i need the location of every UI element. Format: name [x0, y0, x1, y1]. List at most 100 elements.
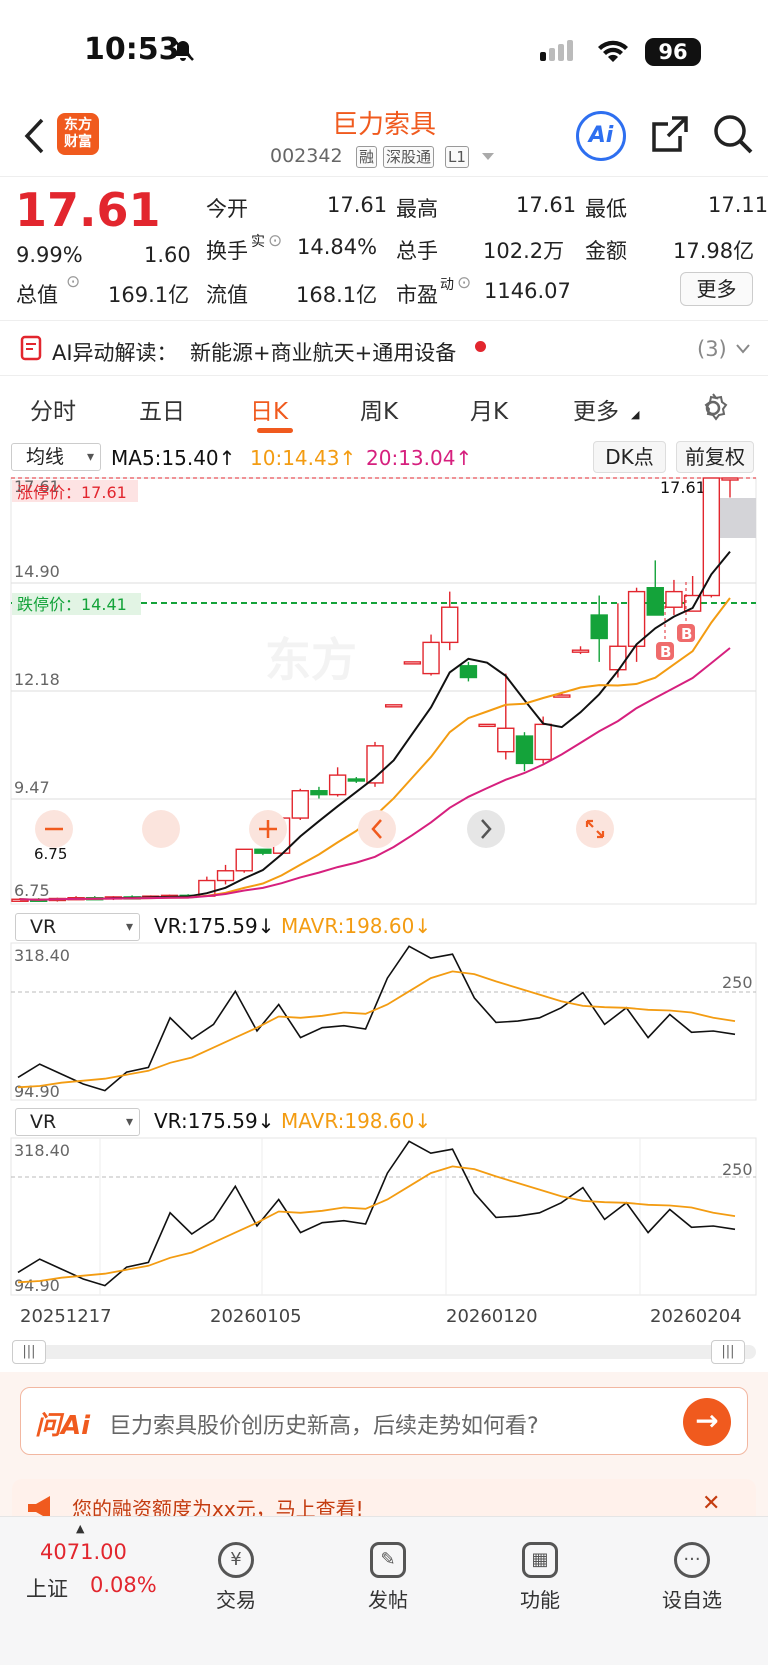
turnover-value: 14.84% — [297, 235, 378, 259]
vr-legend: VR:175.59↓ — [154, 1109, 275, 1133]
dk-point-button[interactable]: DK点 — [593, 441, 666, 473]
share-icon[interactable] — [650, 114, 690, 154]
range-scrollbar[interactable] — [12, 1345, 756, 1359]
level-tag: L1 — [445, 146, 469, 168]
kline-chart[interactable]: 17.61 涨停价：17.61 14.90 跌停价：14.41 12.18 9.… — [0, 476, 768, 906]
index-value[interactable]: 4071.00 — [40, 1540, 127, 1564]
info-icon[interactable]: ⊙ — [268, 231, 282, 251]
range-handle-left[interactable]: ||| — [12, 1340, 46, 1364]
add-watchlist-button[interactable]: ··· 设自选 — [647, 1542, 737, 1613]
arrow-right-icon[interactable]: → — [683, 1398, 731, 1446]
adjust-button[interactable]: 前复权 — [676, 441, 754, 473]
ma20-legend: 20:13.04↑ — [366, 446, 473, 470]
scroll-right-button[interactable] — [467, 810, 505, 848]
info-icon[interactable]: ⊙ — [66, 272, 80, 292]
candle[interactable] — [590, 614, 608, 640]
candle[interactable] — [515, 735, 534, 765]
settings-icon[interactable] — [697, 392, 729, 424]
clock: 10:53 — [84, 32, 180, 67]
ask-ai-prompt: 巨力索具股价创历史新高，后续走势如何看? — [109, 1414, 539, 1439]
scroll-left-button[interactable] — [358, 810, 396, 848]
caret-up-icon: ▲ — [76, 1522, 85, 1535]
candle[interactable] — [422, 641, 440, 675]
range-handle-right[interactable]: ||| — [711, 1340, 745, 1364]
battery-icon: 96 — [645, 38, 701, 66]
candle[interactable] — [627, 590, 646, 647]
y-label: 14.90 — [14, 562, 60, 581]
yen-icon: ¥ — [218, 1542, 254, 1578]
date-label: 20251217 — [20, 1306, 112, 1327]
candle[interactable] — [403, 661, 422, 665]
amount-label: 金额 — [585, 239, 627, 263]
trade-button[interactable]: ¥ 交易 — [191, 1542, 281, 1613]
close-icon[interactable]: ✕ — [702, 1491, 720, 1516]
margin-tag: 融 — [356, 146, 378, 168]
vr-select[interactable]: VR — [15, 1108, 140, 1136]
fullscreen-button[interactable] — [576, 810, 614, 848]
functions-button[interactable]: ▦ 功能 — [495, 1542, 585, 1613]
limit-up-label: 涨停价：17.61 — [17, 483, 127, 502]
candle[interactable] — [216, 870, 235, 882]
high-label: 最高 — [396, 197, 438, 221]
candle[interactable] — [347, 778, 366, 782]
tab-five-day[interactable]: 五日 — [139, 392, 185, 426]
tab-daily-k[interactable]: 日K — [250, 392, 288, 426]
post-button[interactable]: ✎ 发帖 — [343, 1542, 433, 1613]
more-dots-icon: ··· — [674, 1542, 710, 1578]
turnover-sup: 实 — [251, 234, 265, 250]
ask-ai-box[interactable]: 问Ai 巨力索具股价创历史新高，后续走势如何看? → — [20, 1387, 748, 1455]
ma10-legend: 10:14.43↑ — [250, 446, 357, 470]
ma5-legend: MA5:15.40↑ — [111, 446, 236, 470]
chevron-down-icon[interactable] — [735, 343, 751, 355]
mcap-label: 总值 — [16, 283, 58, 307]
edit-icon: ✎ — [370, 1542, 406, 1578]
candle[interactable] — [478, 723, 496, 728]
candle[interactable] — [441, 606, 459, 644]
buy-marker-label: B — [660, 643, 671, 661]
candle[interactable] — [721, 477, 739, 481]
index-name[interactable]: 上证 — [26, 1573, 68, 1603]
low-value: 17.11 — [708, 193, 768, 217]
candle[interactable] — [702, 477, 721, 597]
more-button[interactable]: 更多 — [680, 272, 753, 306]
ai-insight-prefix: AI异动解读： — [52, 341, 178, 365]
candle[interactable] — [665, 590, 683, 608]
low-label: 最低 — [585, 197, 627, 221]
vr-chart[interactable]: 318.40 94.90 250 — [0, 1137, 768, 1297]
unread-dot — [475, 341, 486, 352]
tab-weekly-k[interactable]: 周K — [360, 392, 398, 426]
candle[interactable] — [459, 665, 478, 679]
ai-doc-icon — [20, 335, 42, 361]
candle[interactable] — [384, 704, 403, 708]
candle[interactable] — [310, 790, 328, 796]
chevron-down-icon[interactable] — [481, 152, 495, 162]
ai-button[interactable]: Ai — [576, 111, 626, 161]
mcap-value: 169.1亿 — [108, 283, 190, 307]
candle[interactable] — [291, 790, 309, 819]
zoom-button[interactable] — [142, 810, 180, 848]
candle[interactable] — [328, 774, 347, 796]
candle[interactable] — [646, 587, 664, 616]
last-price: 17.61 — [15, 183, 161, 237]
vr-frame — [10, 942, 757, 1101]
info-icon[interactable]: ⊙ — [457, 273, 471, 293]
tab-intraday[interactable]: 分时 — [30, 392, 76, 426]
vr-top-label: 318.40 — [14, 1141, 70, 1160]
tab-monthly-k[interactable]: 月K — [470, 392, 508, 426]
indicator-select[interactable]: 均线 — [11, 443, 101, 471]
tab-more[interactable]: 更多 — [573, 392, 619, 426]
index-change[interactable]: 0.08% — [90, 1573, 157, 1597]
vr-select[interactable]: VR — [15, 913, 140, 941]
candle[interactable] — [497, 727, 515, 753]
candle[interactable] — [571, 649, 590, 653]
candle[interactable] — [235, 848, 253, 872]
candle[interactable] — [534, 723, 552, 761]
candle[interactable] — [254, 848, 272, 854]
open-value: 17.61 — [327, 193, 388, 217]
vr-chart[interactable]: 318.40 94.90 250 — [0, 942, 768, 1102]
float-value: 168.1亿 — [296, 283, 378, 307]
search-icon[interactable] — [712, 113, 754, 155]
candle[interactable] — [609, 645, 627, 671]
vr-frame — [10, 1137, 757, 1296]
watermark: 东方 — [265, 633, 357, 687]
